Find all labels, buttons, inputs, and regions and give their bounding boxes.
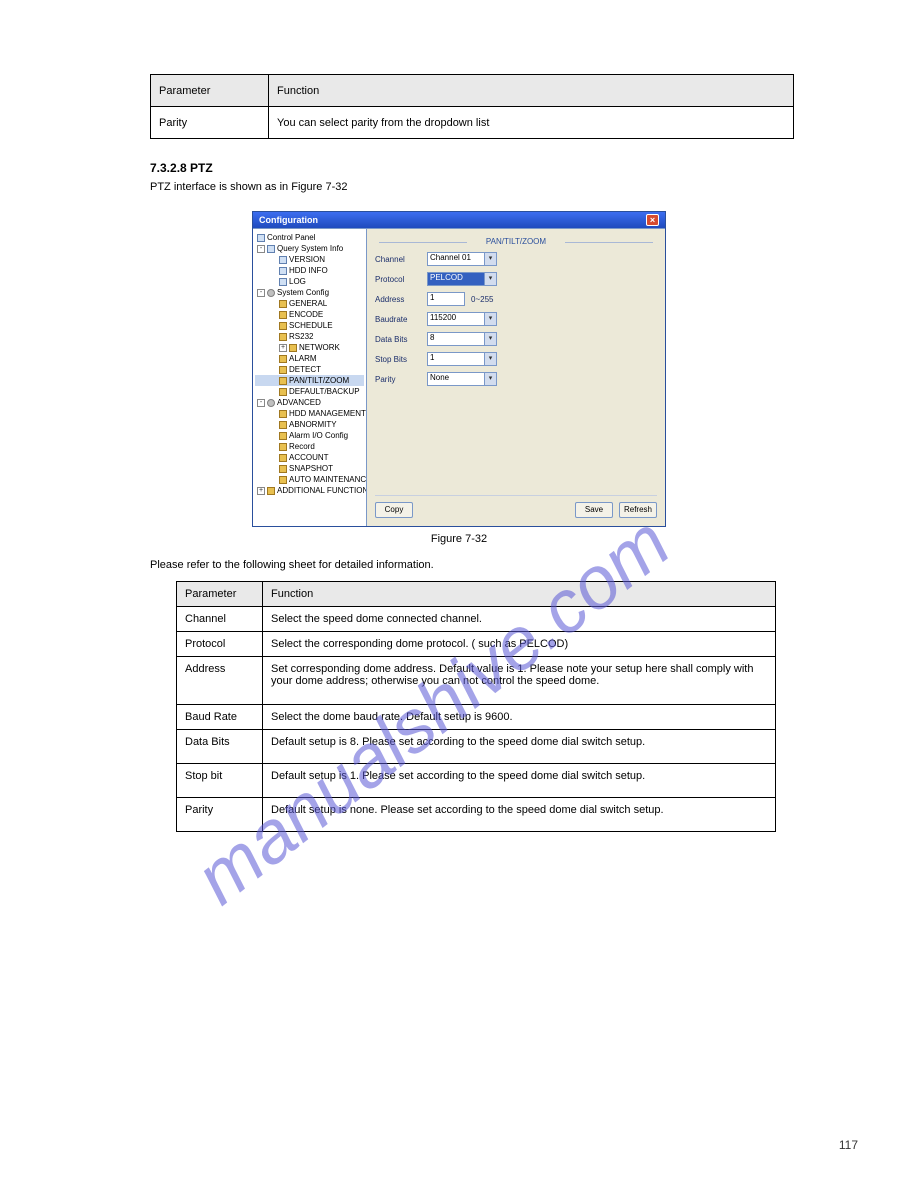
t2-h2: Function [263,582,776,607]
address-hint: 0~255 [471,295,493,304]
tree-panel[interactable]: Control Panel -Query System Info VERSION… [253,229,367,526]
parity-label: Parity [375,375,427,384]
tree-version[interactable]: VERSION [255,254,364,265]
chevron-down-icon: ▾ [484,313,496,325]
t2-h1: Parameter [177,582,263,607]
figure-caption: Figure 7-32 [48,533,870,545]
t2-p5: Stop bit [177,764,263,798]
address-input[interactable]: 1 [427,292,465,306]
chevron-down-icon: ▾ [484,273,496,285]
t2-p0: Channel [177,607,263,632]
t2-f3: Select the dome baud rate. Default setup… [263,705,776,730]
t2-p4: Data Bits [177,730,263,764]
refresh-button[interactable]: Refresh [619,502,657,518]
tree-addfunc[interactable]: +ADDITIONAL FUNCTION [255,485,364,496]
close-button[interactable]: × [646,214,659,226]
parameter-table: Parameter Function ChannelSelect the spe… [176,581,776,832]
configuration-dialog: Configuration × Control Panel -Query Sys… [252,211,666,527]
parity-select[interactable]: None▾ [427,372,497,386]
top-table-c1: Parity [151,107,269,139]
tree-automaint[interactable]: AUTO MAINTENANCE [255,474,364,485]
tree-ptz[interactable]: PAN/TILT/ZOOM [255,375,364,386]
top-table: Parameter Function Parity You can select… [150,74,794,139]
tree-encode[interactable]: ENCODE [255,309,364,320]
tree-root[interactable]: Control Panel [255,232,364,243]
t2-f5: Default setup is 1. Please set according… [263,764,776,798]
stopbits-select[interactable]: 1▾ [427,352,497,366]
content-pane: PAN/TILT/ZOOM Channel Channel 01▾ Protoc… [367,229,665,526]
t2-f4: Default setup is 8. Please set according… [263,730,776,764]
tree-hddinfo[interactable]: HDD INFO [255,265,364,276]
stopbits-label: Stop Bits [375,355,427,364]
ref-caption: Please refer to the following sheet for … [150,559,870,571]
tree-defbkp[interactable]: DEFAULT/BACKUP [255,386,364,397]
tree-alarm[interactable]: ALARM [255,353,364,364]
tree-snapshot[interactable]: SNAPSHOT [255,463,364,474]
databits-label: Data Bits [375,335,427,344]
tree-rs232[interactable]: RS232 [255,331,364,342]
tree-network[interactable]: +NETWORK [255,342,364,353]
top-table-h2: Function [269,75,794,107]
chevron-down-icon: ▾ [484,333,496,345]
tree-sysconfig[interactable]: -System Config [255,287,364,298]
tree-general[interactable]: GENERAL [255,298,364,309]
section-title: 7.3.2.8 PTZ [150,161,870,175]
t2-p6: Parity [177,798,263,832]
section-caption: PTZ interface is shown as in Figure 7-32 [150,181,870,193]
t2-f2: Set corresponding dome address. Default … [263,657,776,705]
top-table-c2: You can select parity from the dropdown … [269,107,794,139]
button-bar: Copy Save Refresh [375,495,657,518]
save-button[interactable]: Save [575,502,613,518]
databits-select[interactable]: 8▾ [427,332,497,346]
chevron-down-icon: ▾ [484,253,496,265]
baudrate-select[interactable]: 115200▾ [427,312,497,326]
tree-alarmio[interactable]: Alarm I/O Config [255,430,364,441]
tree-account[interactable]: ACCOUNT [255,452,364,463]
t2-p2: Address [177,657,263,705]
chevron-down-icon: ▾ [484,353,496,365]
copy-button[interactable]: Copy [375,502,413,518]
dialog-title: Configuration [259,215,318,225]
address-label: Address [375,295,427,304]
tree-qsi[interactable]: -Query System Info [255,243,364,254]
tree-detect[interactable]: DETECT [255,364,364,375]
t2-f1: Select the corresponding dome protocol. … [263,632,776,657]
tree-record[interactable]: Record [255,441,364,452]
t2-f6: Default setup is none. Please set accord… [263,798,776,832]
tree-hddmgmt[interactable]: HDD MANAGEMENT [255,408,364,419]
tree-abnorm[interactable]: ABNORMITY [255,419,364,430]
tree-schedule[interactable]: SCHEDULE [255,320,364,331]
page-number: 117 [839,1138,858,1152]
tree-log[interactable]: LOG [255,276,364,287]
protocol-select[interactable]: PELCOD▾ [427,272,497,286]
chevron-down-icon: ▾ [484,373,496,385]
tree-advanced[interactable]: -ADVANCED [255,397,364,408]
t2-f0: Select the speed dome connected channel. [263,607,776,632]
panel-group-title: PAN/TILT/ZOOM [375,237,657,246]
channel-label: Channel [375,255,427,264]
dialog-titlebar: Configuration × [253,212,665,228]
t2-p3: Baud Rate [177,705,263,730]
baudrate-label: Baudrate [375,315,427,324]
top-table-h1: Parameter [151,75,269,107]
t2-p1: Protocol [177,632,263,657]
protocol-label: Protocol [375,275,427,284]
channel-select[interactable]: Channel 01▾ [427,252,497,266]
